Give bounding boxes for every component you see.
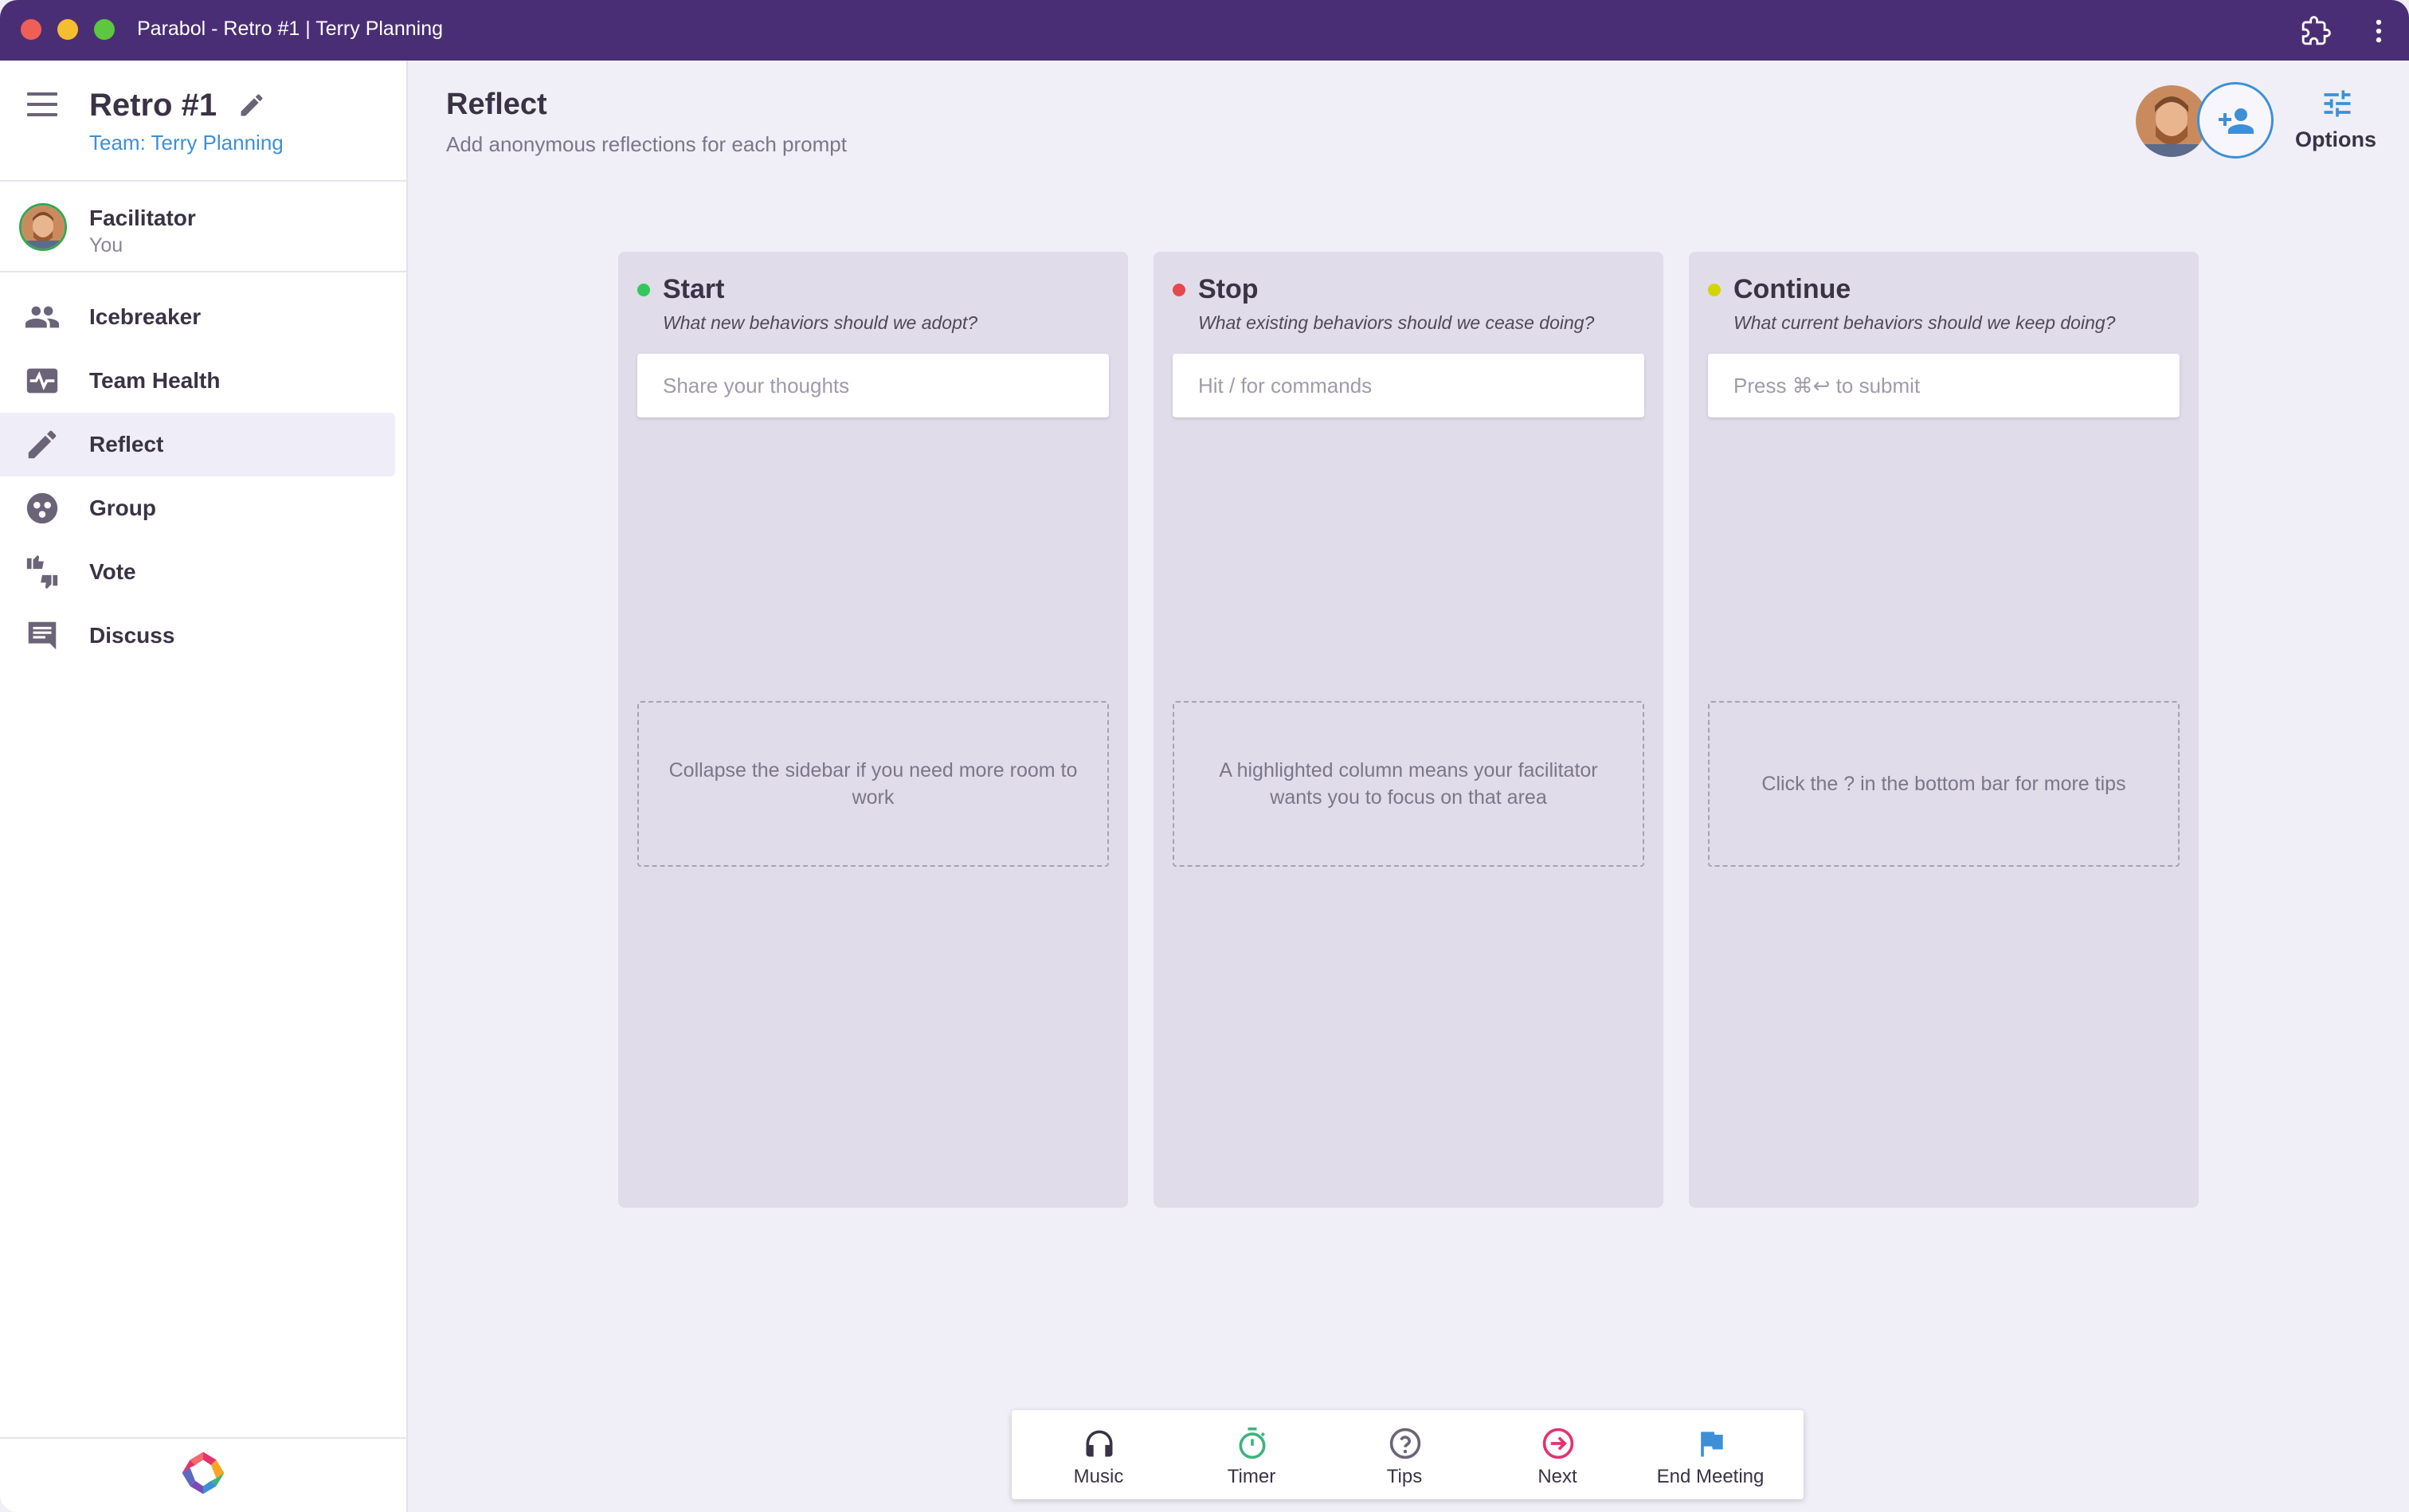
team-link[interactable]: Team: Terry Planning bbox=[89, 131, 284, 155]
meeting-name: Retro #1 bbox=[89, 88, 217, 123]
headphones-icon bbox=[1086, 1430, 1113, 1457]
sidebar-item-label: Icebreaker bbox=[89, 304, 202, 329]
sidebar-item-team-health[interactable]: Team Health bbox=[0, 349, 395, 413]
page-title: Reflect bbox=[446, 88, 547, 121]
sidebar-item-discuss[interactable]: Discuss bbox=[0, 604, 395, 668]
column-description: What new behaviors should we adopt? bbox=[663, 312, 978, 333]
heart-pulse-icon bbox=[26, 368, 58, 394]
arrow-forward-circle-icon bbox=[1542, 1428, 1574, 1459]
tips-label: Tips bbox=[1386, 1466, 1423, 1487]
sidebar-item-icebreaker[interactable]: Icebreaker bbox=[0, 285, 395, 349]
comment-icon bbox=[28, 621, 57, 650]
window-title: Parabol - Retro #1 | Terry Planning bbox=[137, 18, 444, 40]
next-label: Next bbox=[1537, 1466, 1577, 1487]
sidebar-item-reflect[interactable]: Reflect bbox=[0, 413, 395, 476]
tips-button[interactable]: Tips bbox=[1329, 1410, 1480, 1499]
help-icon bbox=[1389, 1428, 1421, 1459]
facilitator-subtitle: You bbox=[89, 234, 123, 257]
window-controls bbox=[21, 19, 115, 40]
reflection-input[interactable] bbox=[1708, 354, 2180, 417]
timer-button[interactable]: Timer bbox=[1176, 1410, 1327, 1499]
column-color-dot bbox=[1708, 284, 1721, 296]
reflect-column-continue: Continue What current behaviors should w… bbox=[1689, 252, 2199, 1208]
reflection-input[interactable] bbox=[637, 354, 1109, 417]
music-button[interactable]: Music bbox=[1023, 1410, 1174, 1499]
sidebar-header: Retro #1 Team: Terry Planning bbox=[0, 61, 406, 182]
sidebar-item-label: Reflect bbox=[89, 432, 164, 456]
reflect-column-start: Start What new behaviors should we adopt… bbox=[618, 252, 1128, 1208]
sidebar-item-label: Vote bbox=[89, 559, 136, 584]
add-user-button[interactable] bbox=[2197, 82, 2274, 159]
close-window-button[interactable] bbox=[21, 19, 41, 40]
people-icon bbox=[25, 306, 60, 328]
more-vert-icon[interactable] bbox=[2368, 16, 2390, 46]
sidebar-item-vote[interactable]: Vote bbox=[0, 540, 395, 604]
column-title: Start bbox=[663, 274, 725, 304]
facilitator-section[interactable]: Facilitator You bbox=[0, 182, 406, 272]
column-color-dot bbox=[637, 284, 650, 296]
sidebar-item-label: Team Health bbox=[89, 368, 221, 393]
flag-icon bbox=[1701, 1432, 1723, 1457]
music-label: Music bbox=[1073, 1466, 1124, 1487]
column-color-dot bbox=[1173, 284, 1185, 296]
maximize-window-button[interactable] bbox=[94, 19, 115, 40]
menu-icon[interactable] bbox=[27, 92, 59, 118]
group-icon bbox=[26, 492, 58, 524]
stopwatch-icon bbox=[1239, 1427, 1266, 1459]
column-tip: Collapse the sidebar if you need more ro… bbox=[637, 701, 1109, 867]
person-add-icon bbox=[2219, 108, 2254, 134]
edit-name-icon[interactable] bbox=[237, 91, 266, 119]
next-button[interactable]: Next bbox=[1482, 1410, 1633, 1499]
sidebar: Retro #1 Team: Terry Planning Facilitato… bbox=[0, 61, 408, 1512]
extension-icon[interactable] bbox=[2301, 16, 2331, 46]
minimize-window-button[interactable] bbox=[57, 19, 78, 40]
sidebar-item-label: Group bbox=[89, 496, 156, 520]
facilitator-avatar bbox=[19, 203, 67, 251]
page-subtitle: Add anonymous reflections for each promp… bbox=[446, 132, 847, 156]
options-label: Options bbox=[2295, 127, 2376, 151]
column-description: What existing behaviors should we cease … bbox=[1198, 312, 1595, 333]
column-title: Continue bbox=[1733, 274, 1851, 304]
column-title: Stop bbox=[1198, 274, 1259, 304]
pencil-icon bbox=[28, 430, 57, 459]
column-tip: A highlighted column means your facilita… bbox=[1173, 701, 1644, 867]
thumbs-icon bbox=[26, 554, 58, 590]
sidebar-item-label: Discuss bbox=[89, 623, 175, 648]
tune-icon bbox=[2324, 90, 2351, 117]
column-tip: Click the ? in the bottom bar for more t… bbox=[1708, 701, 2180, 867]
facilitator-title: Facilitator bbox=[89, 206, 196, 230]
parabol-logo-icon[interactable] bbox=[177, 1447, 229, 1499]
end-meeting-button[interactable]: End Meeting bbox=[1635, 1410, 1786, 1499]
sidebar-divider bbox=[0, 1437, 406, 1439]
timer-label: Timer bbox=[1227, 1466, 1276, 1487]
reflection-input[interactable] bbox=[1173, 354, 1644, 417]
bottom-bar: Music Timer Tips Next End Meeting bbox=[1012, 1410, 1804, 1499]
end-meeting-label: End Meeting bbox=[1656, 1466, 1765, 1487]
sidebar-item-group[interactable]: Group bbox=[0, 476, 395, 540]
column-description: What current behaviors should we keep do… bbox=[1733, 312, 2116, 333]
app-window: Parabol - Retro #1 | Terry Planning Retr… bbox=[0, 0, 2409, 1512]
reflect-column-stop: Stop What existing behaviors should we c… bbox=[1154, 252, 1663, 1208]
title-bar: Parabol - Retro #1 | Terry Planning bbox=[0, 0, 2409, 61]
options-button[interactable]: Options bbox=[2288, 86, 2384, 158]
